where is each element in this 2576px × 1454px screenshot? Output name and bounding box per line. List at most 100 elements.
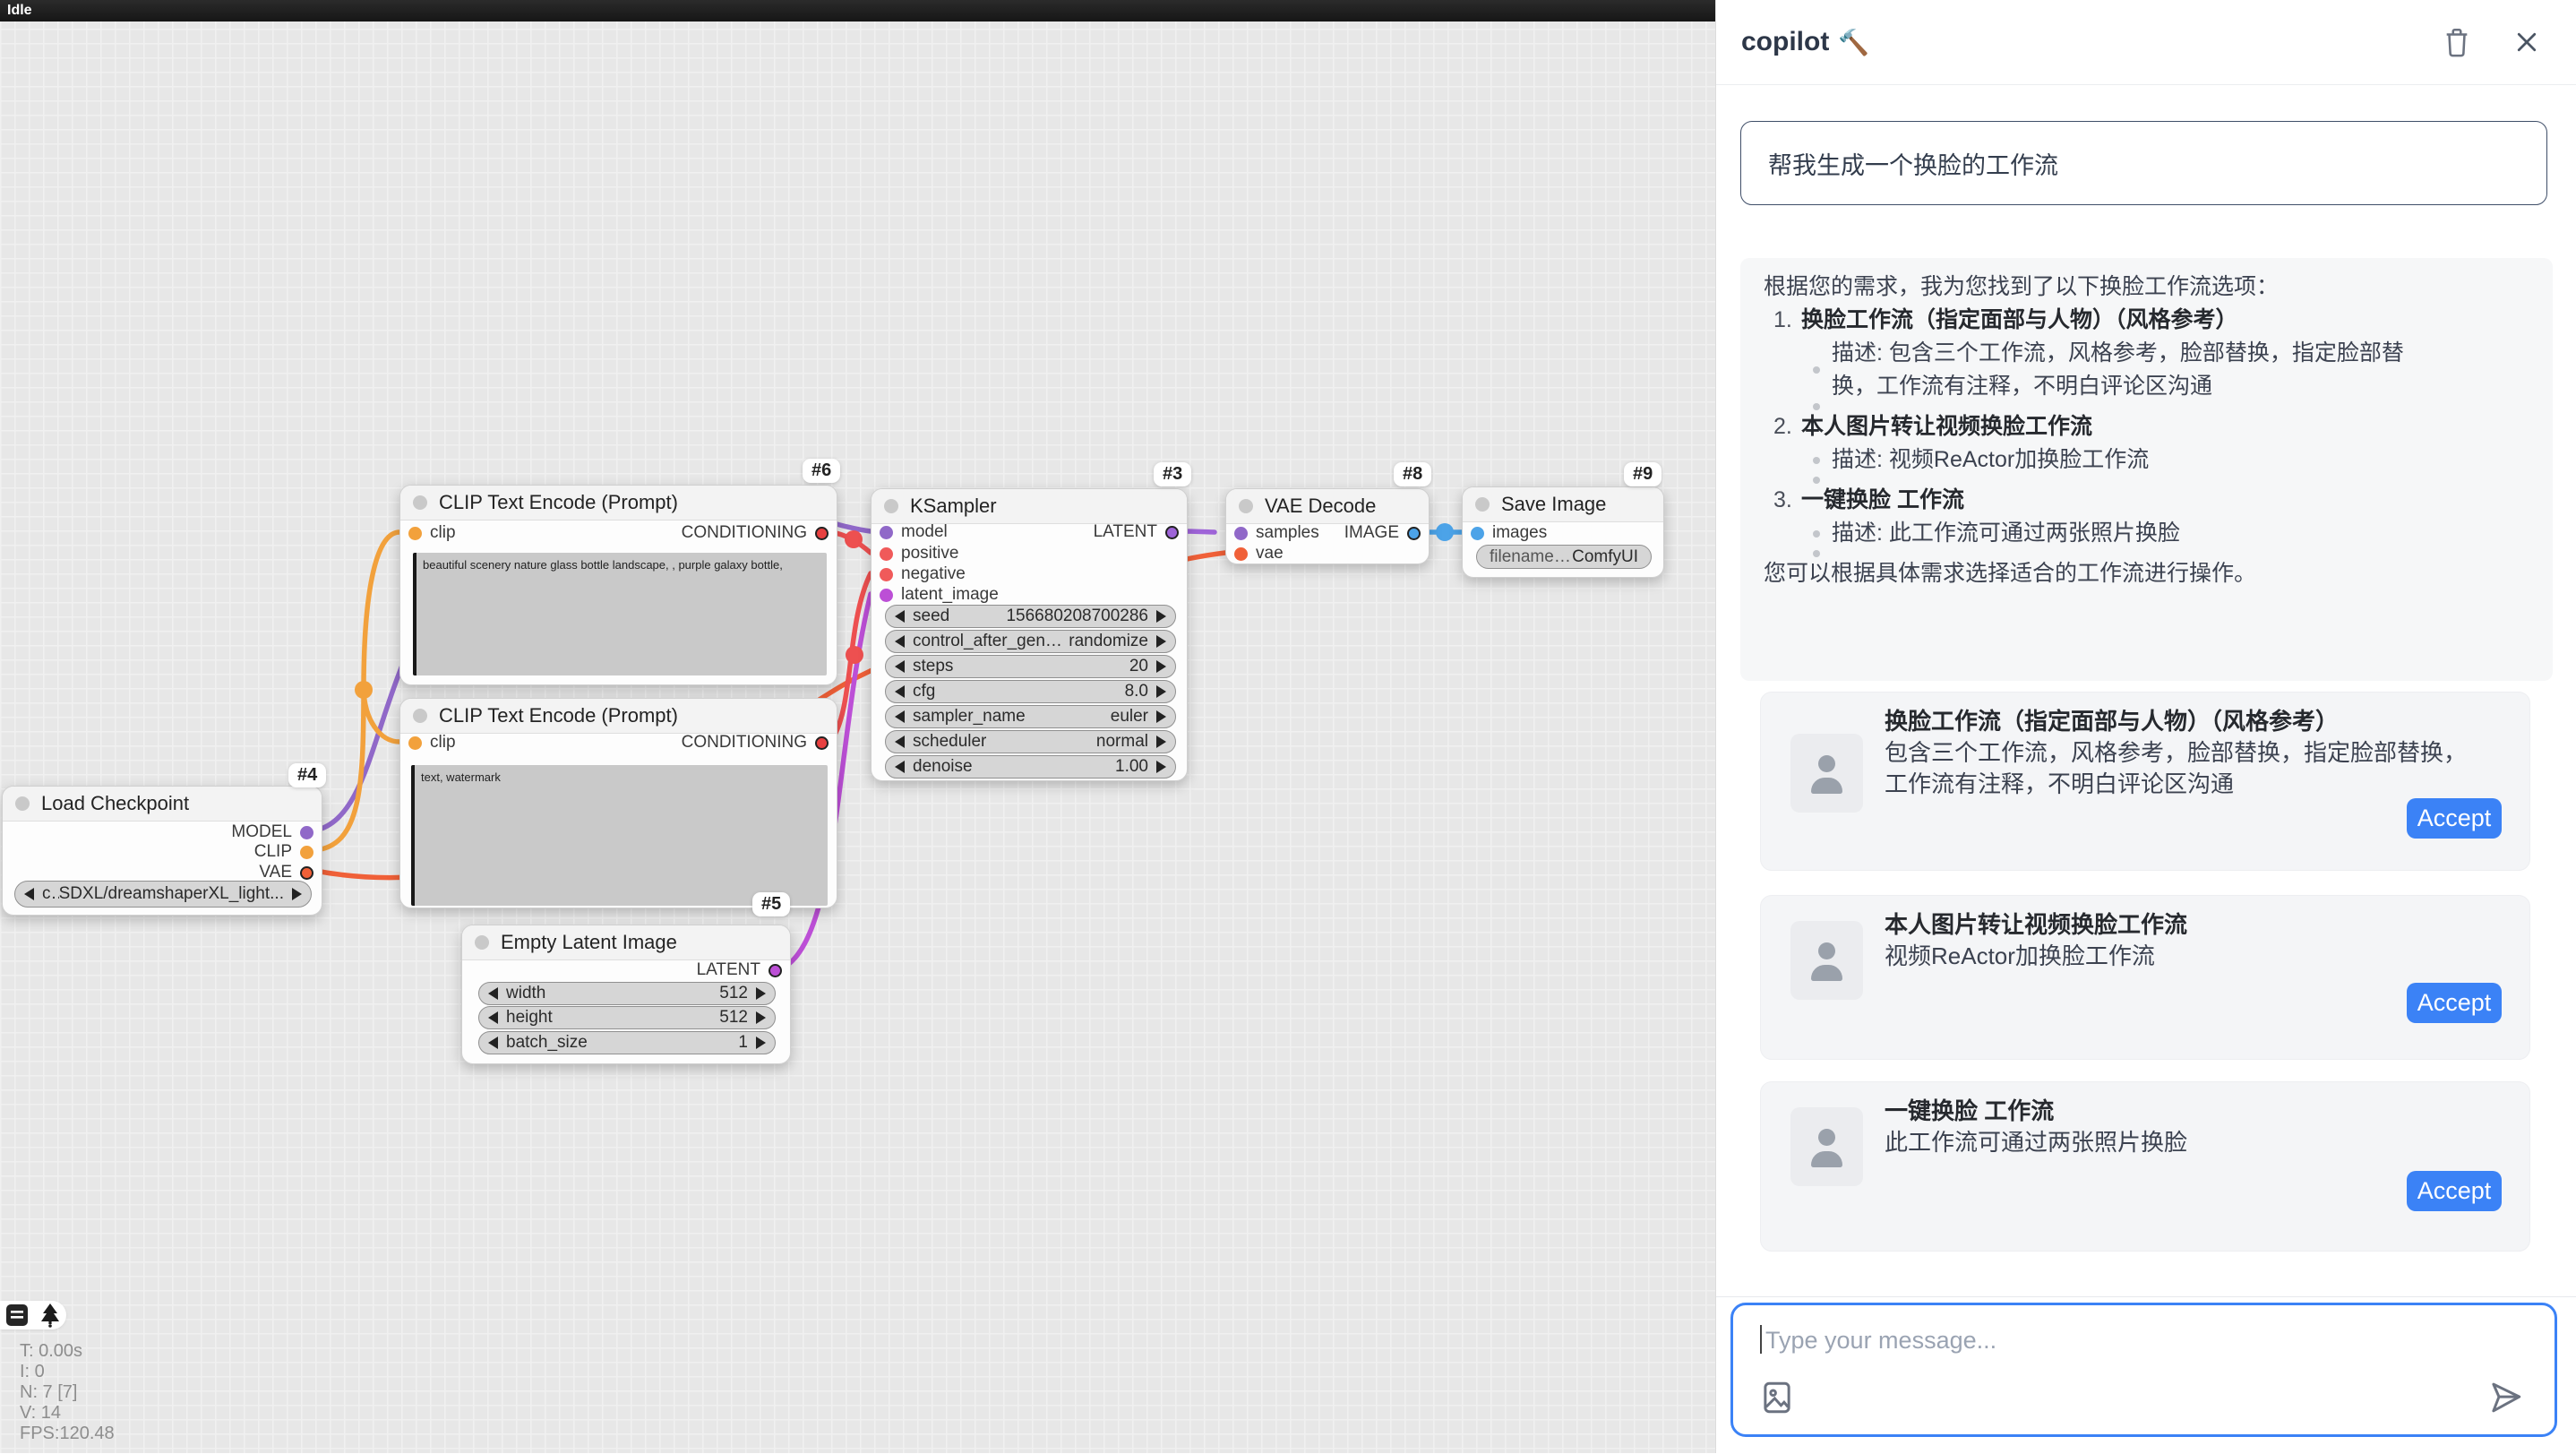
decrement-arrow-icon[interactable] bbox=[895, 710, 905, 723]
increment-arrow-icon[interactable] bbox=[1156, 761, 1166, 773]
widget-control-after-generate[interactable]: control_after_generate randomize bbox=[885, 630, 1176, 653]
node-save-image[interactable]: Save Image images filename_prefix ComfyU… bbox=[1462, 486, 1664, 578]
workflow-canvas[interactable]: Idle #4 #6 #3 #8 #9 #5 Load Checkpoint M… bbox=[0, 0, 1715, 1453]
node-clip-text-encode-positive[interactable]: CLIP Text Encode (Prompt) clip CONDITION… bbox=[399, 485, 837, 685]
slot-dot-icon[interactable] bbox=[815, 527, 829, 540]
node-list-button[interactable] bbox=[5, 1303, 29, 1327]
clear-chat-button[interactable] bbox=[2442, 25, 2472, 59]
slot-dot-icon[interactable] bbox=[1165, 526, 1179, 539]
node-header[interactable]: Empty Latent Image bbox=[462, 925, 790, 960]
slot-dot-icon[interactable] bbox=[880, 526, 893, 539]
widget-filename-prefix[interactable]: filename_prefix ComfyUI bbox=[1476, 545, 1652, 569]
increment-arrow-icon[interactable] bbox=[1156, 736, 1166, 748]
increment-arrow-icon[interactable] bbox=[1156, 610, 1166, 623]
accept-button[interactable]: Accept bbox=[2407, 1171, 2502, 1211]
input-slot-negative[interactable]: negative bbox=[880, 564, 966, 585]
decrement-arrow-icon[interactable] bbox=[895, 685, 905, 698]
node-title: Save Image bbox=[1501, 493, 1606, 516]
output-slot-clip[interactable]: CLIP bbox=[254, 841, 313, 863]
slot-dot-icon[interactable] bbox=[1407, 527, 1421, 540]
slot-label: LATENT bbox=[697, 960, 760, 980]
widget-cfg[interactable]: cfg 8.0 bbox=[885, 680, 1176, 703]
slot-label: MODEL bbox=[231, 822, 292, 842]
decrement-arrow-icon[interactable] bbox=[895, 736, 905, 748]
slot-dot-icon[interactable] bbox=[1234, 527, 1248, 540]
node-clip-text-encode-negative[interactable]: CLIP Text Encode (Prompt) clip CONDITION… bbox=[399, 698, 837, 908]
output-slot-latent[interactable]: LATENT bbox=[697, 959, 782, 981]
node-status-dot-icon bbox=[884, 499, 898, 513]
close-panel-button[interactable] bbox=[2513, 29, 2540, 56]
increment-arrow-icon[interactable] bbox=[1156, 710, 1166, 723]
increment-arrow-icon[interactable] bbox=[292, 888, 302, 900]
input-slot-clip[interactable]: clip bbox=[408, 732, 456, 753]
node-empty-latent-image[interactable]: Empty Latent Image LATENT width 512 heig… bbox=[461, 925, 791, 1064]
slot-dot-icon[interactable] bbox=[408, 736, 422, 750]
slot-dot-icon[interactable] bbox=[408, 527, 422, 540]
slot-dot-icon[interactable] bbox=[300, 846, 313, 859]
input-slot-images[interactable]: images bbox=[1471, 522, 1547, 544]
input-slot-latent-image[interactable]: latent_image bbox=[880, 584, 999, 606]
widget-scheduler[interactable]: scheduler normal bbox=[885, 730, 1176, 753]
accept-button[interactable]: Accept bbox=[2407, 798, 2502, 839]
output-slot-latent[interactable]: LATENT bbox=[1094, 521, 1179, 543]
node-header[interactable]: KSampler bbox=[872, 489, 1187, 524]
widget-width[interactable]: width 512 bbox=[478, 982, 776, 1005]
slot-dot-icon[interactable] bbox=[1471, 527, 1484, 540]
output-slot-conditioning[interactable]: CONDITIONING bbox=[682, 522, 829, 544]
slot-dot-icon[interactable] bbox=[815, 736, 829, 750]
node-header[interactable]: Load Checkpoint bbox=[3, 787, 322, 822]
decrement-arrow-icon[interactable] bbox=[488, 1011, 498, 1024]
increment-arrow-icon[interactable] bbox=[1156, 635, 1166, 648]
node-header[interactable]: VAE Decode bbox=[1226, 489, 1429, 524]
node-load-checkpoint[interactable]: Load Checkpoint MODEL CLIP VAE ckpt_name… bbox=[2, 786, 322, 916]
widget-batch-size[interactable]: batch_size 1 bbox=[478, 1031, 776, 1054]
node-ksampler[interactable]: KSampler model positive negative latent_… bbox=[871, 488, 1188, 781]
prompt-textarea[interactable]: beautiful scenery nature glass bottle la… bbox=[413, 553, 827, 675]
increment-arrow-icon[interactable] bbox=[1156, 660, 1166, 673]
node-vae-decode[interactable]: VAE Decode samples vae IMAGE bbox=[1225, 488, 1430, 564]
decrement-arrow-icon[interactable] bbox=[488, 1037, 498, 1049]
node-header[interactable]: CLIP Text Encode (Prompt) bbox=[400, 486, 837, 521]
input-slot-clip[interactable]: clip bbox=[408, 522, 456, 544]
node-status-dot-icon bbox=[413, 709, 427, 723]
increment-arrow-icon[interactable] bbox=[756, 1037, 766, 1049]
slot-dot-icon[interactable] bbox=[1234, 547, 1248, 561]
output-slot-image[interactable]: IMAGE bbox=[1344, 522, 1421, 544]
decrement-arrow-icon[interactable] bbox=[895, 635, 905, 648]
output-slot-model[interactable]: MODEL bbox=[231, 822, 313, 843]
decrement-arrow-icon[interactable] bbox=[895, 660, 905, 673]
widget-ckpt-name[interactable]: ckpt_name SDXL/dreamshaperXL_light... bbox=[14, 881, 312, 908]
prompt-textarea[interactable]: text, watermark bbox=[411, 765, 828, 906]
slot-dot-icon[interactable] bbox=[880, 589, 893, 602]
input-slot-samples[interactable]: samples bbox=[1234, 522, 1319, 544]
decrement-arrow-icon[interactable] bbox=[488, 987, 498, 1000]
node-header[interactable]: CLIP Text Encode (Prompt) bbox=[400, 699, 837, 734]
slot-dot-icon[interactable] bbox=[300, 826, 313, 839]
output-slot-conditioning[interactable]: CONDITIONING bbox=[682, 732, 829, 753]
widget-steps[interactable]: steps 20 bbox=[885, 655, 1176, 678]
widget-seed[interactable]: seed 156680208700286 bbox=[885, 605, 1176, 628]
slot-dot-icon[interactable] bbox=[300, 866, 313, 880]
input-slot-vae[interactable]: vae bbox=[1234, 543, 1284, 564]
tree-view-button[interactable] bbox=[39, 1303, 61, 1328]
widget-height[interactable]: height 512 bbox=[478, 1006, 776, 1029]
input-slot-model[interactable]: model bbox=[880, 521, 948, 543]
increment-arrow-icon[interactable] bbox=[1156, 685, 1166, 698]
decrement-arrow-icon[interactable] bbox=[895, 761, 905, 773]
attach-image-button[interactable] bbox=[1758, 1379, 1796, 1416]
slot-dot-icon[interactable] bbox=[880, 568, 893, 581]
message-input[interactable]: Type your message... bbox=[1730, 1303, 2557, 1437]
slot-dot-icon[interactable] bbox=[880, 547, 893, 561]
node-header[interactable]: Save Image bbox=[1463, 487, 1663, 522]
decrement-arrow-icon[interactable] bbox=[895, 610, 905, 623]
widget-denoise[interactable]: denoise 1.00 bbox=[885, 755, 1176, 779]
increment-arrow-icon[interactable] bbox=[756, 1011, 766, 1024]
widget-sampler-name[interactable]: sampler_name euler bbox=[885, 705, 1176, 728]
widget-value: 512 bbox=[719, 1008, 748, 1028]
slot-dot-icon[interactable] bbox=[769, 964, 782, 977]
send-button[interactable] bbox=[2486, 1379, 2524, 1416]
input-slot-positive[interactable]: positive bbox=[880, 543, 958, 564]
decrement-arrow-icon[interactable] bbox=[24, 888, 34, 900]
accept-button[interactable]: Accept bbox=[2407, 983, 2502, 1023]
increment-arrow-icon[interactable] bbox=[756, 987, 766, 1000]
